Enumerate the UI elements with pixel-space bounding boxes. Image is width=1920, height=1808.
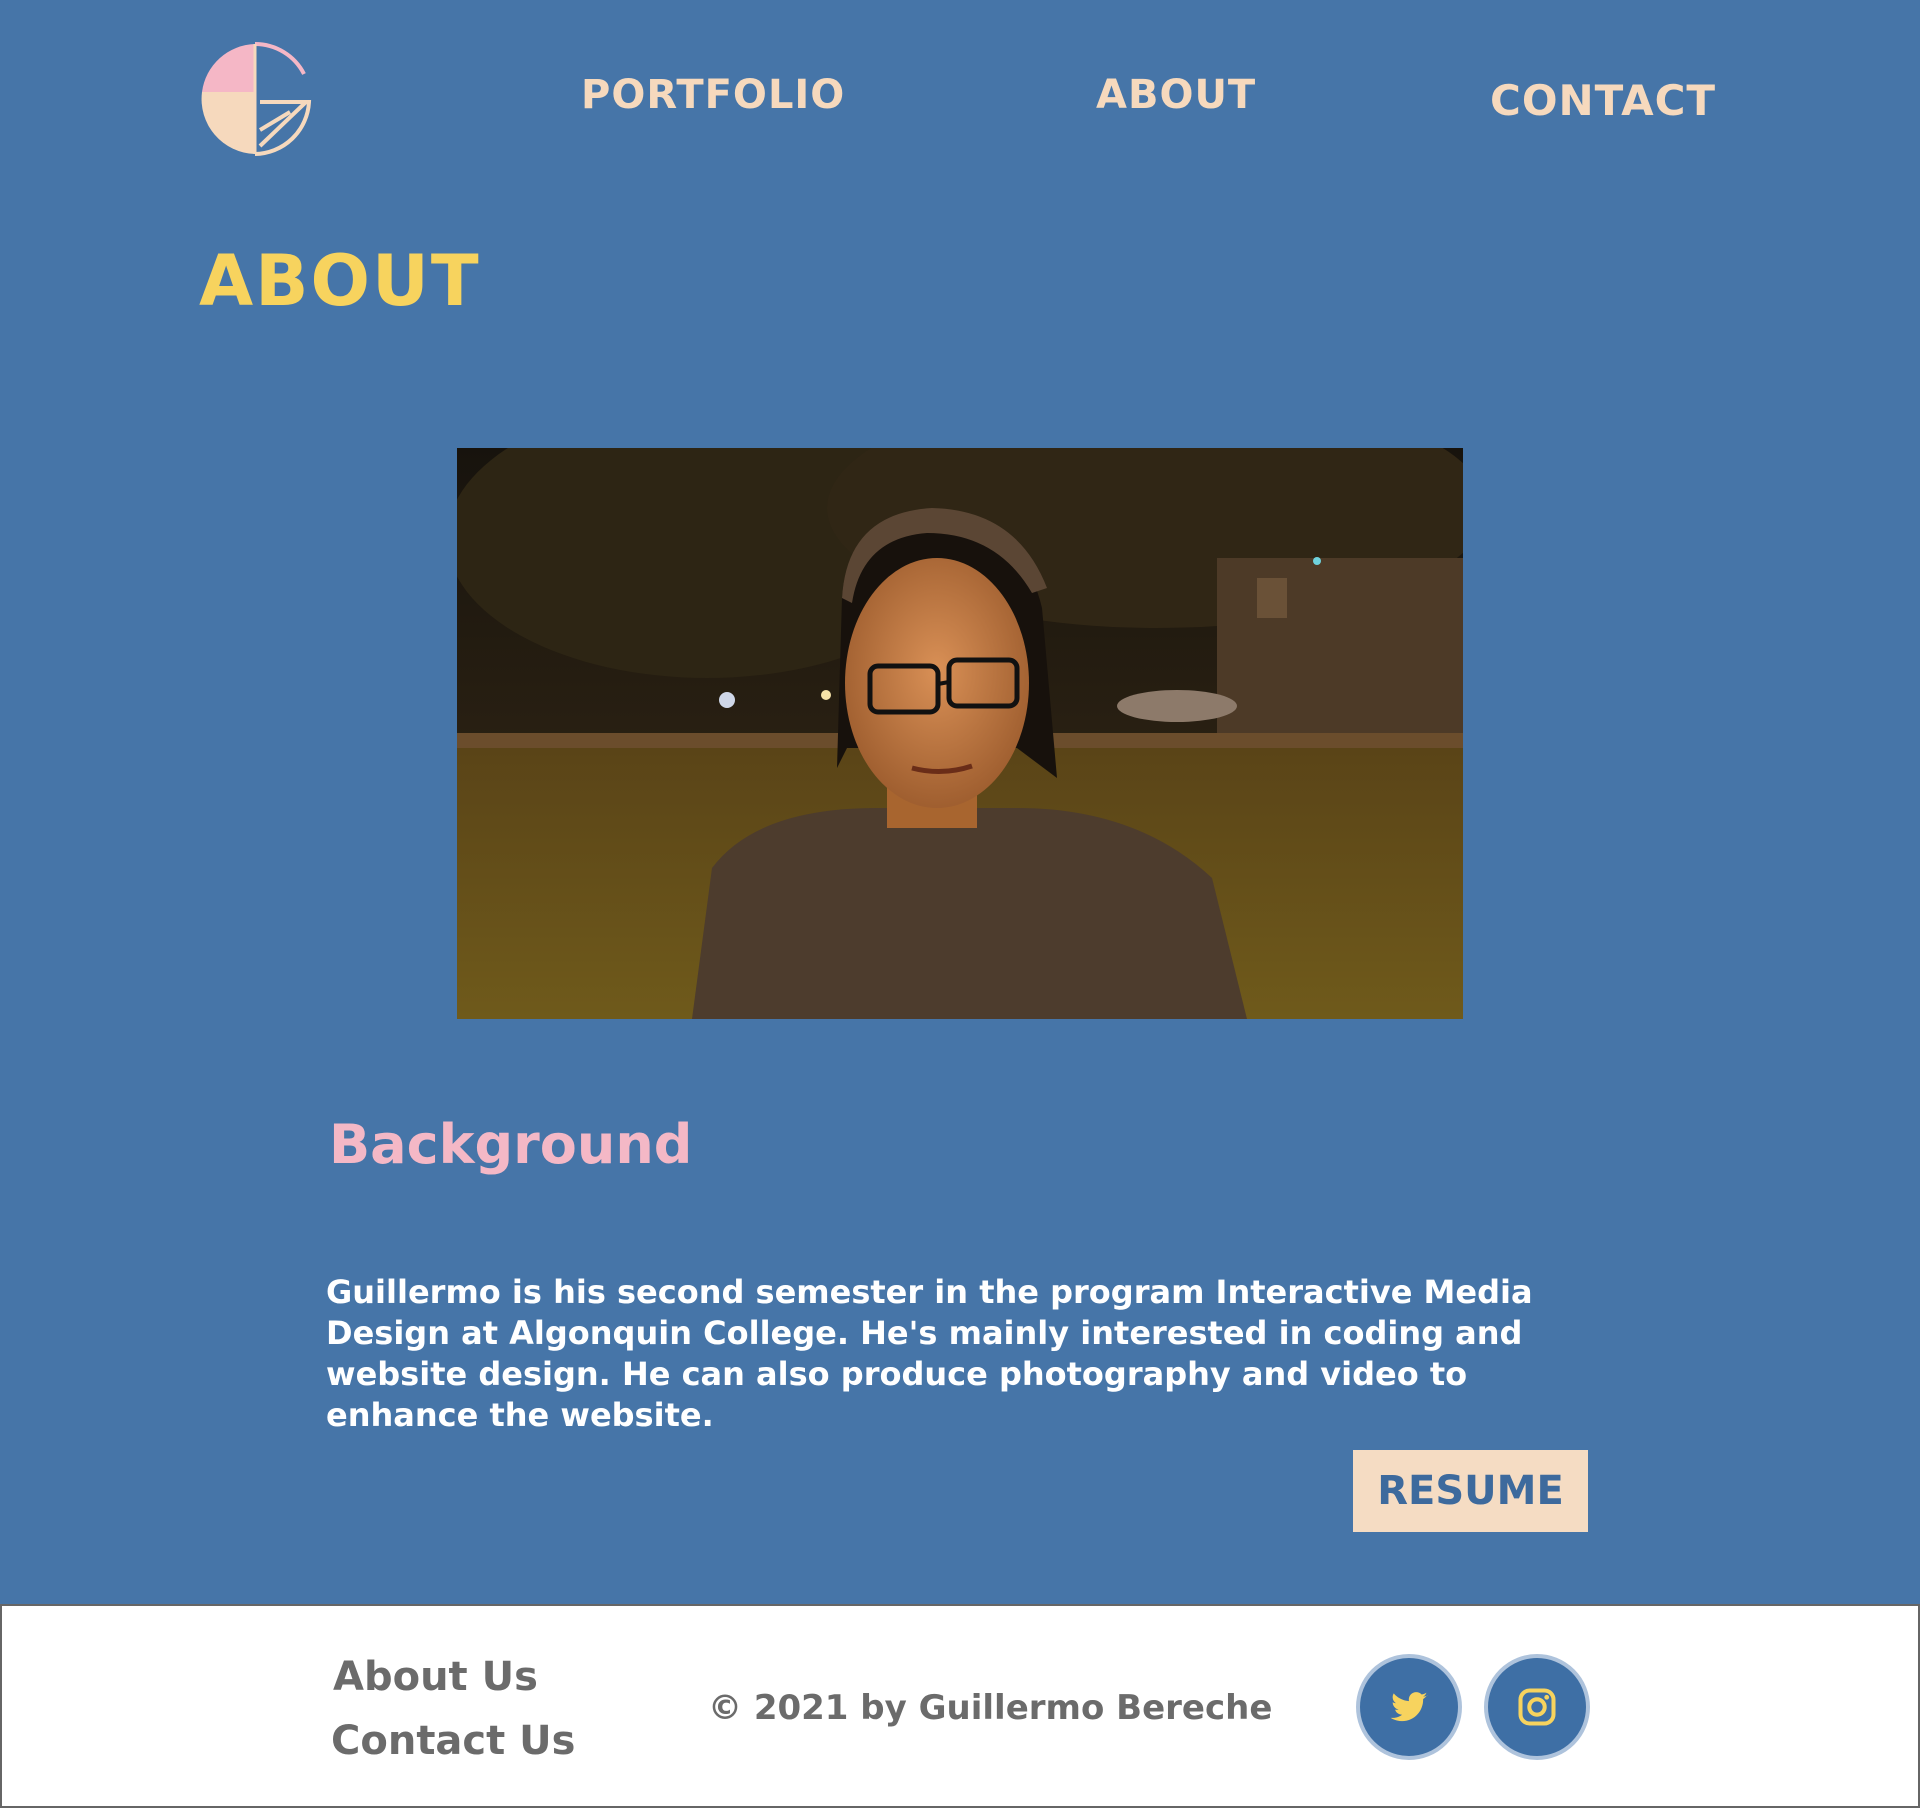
profile-photo [457, 448, 1463, 1019]
nav-about[interactable]: ABOUT [1096, 72, 1256, 118]
resume-button[interactable]: RESUME [1353, 1450, 1588, 1532]
footer: About Us Contact Us © 2021 by Guillermo … [0, 1604, 1920, 1808]
background-heading: Background [329, 1113, 693, 1176]
site-logo[interactable] [198, 42, 312, 156]
twitter-button[interactable] [1356, 1654, 1462, 1760]
footer-about-us-link[interactable]: About Us [333, 1654, 538, 1700]
nav-portfolio[interactable]: PORTFOLIO [581, 72, 845, 118]
twitter-icon [1390, 1692, 1428, 1722]
bio-text: Guillermo is his second semester in the … [326, 1273, 1533, 1434]
copyright-text: © 2021 by Guillermo Bereche [708, 1688, 1273, 1728]
nav-contact[interactable]: CONTACT [1490, 76, 1716, 125]
footer-contact-us-link[interactable]: Contact Us [331, 1718, 575, 1764]
page-title: ABOUT [199, 240, 481, 322]
instagram-button[interactable] [1484, 1654, 1590, 1760]
instagram-icon [1518, 1688, 1556, 1726]
